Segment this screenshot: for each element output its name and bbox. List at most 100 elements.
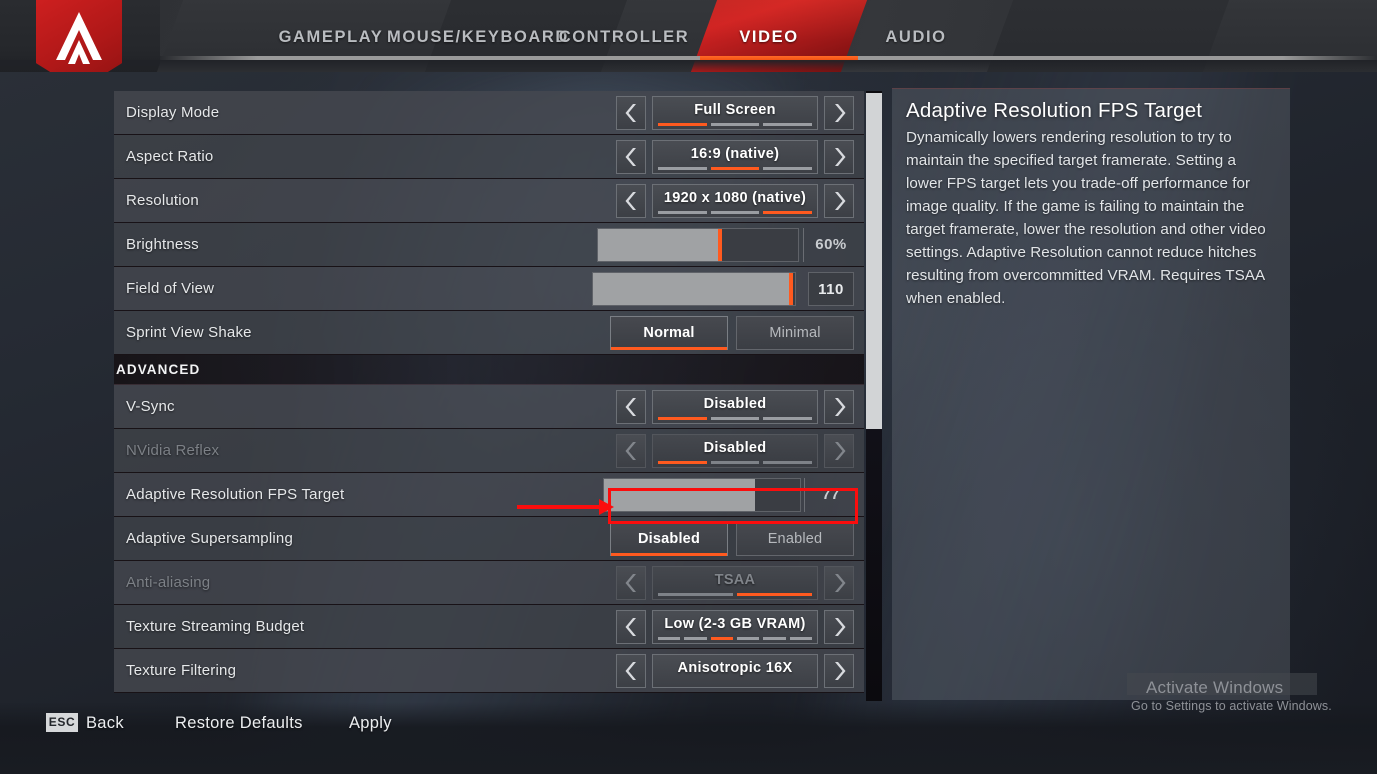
- chevron-right-icon[interactable]: [824, 140, 854, 174]
- segment-indicator: [658, 417, 813, 420]
- toggle-option-disabled[interactable]: Disabled: [610, 522, 728, 556]
- chevron-left-icon: [616, 434, 646, 468]
- setting-row-adaptive-resolution-fps-target[interactable]: Adaptive Resolution FPS Target 77: [114, 473, 864, 517]
- toggle-option-enabled[interactable]: Enabled: [736, 522, 854, 556]
- segment: [658, 167, 707, 170]
- spinner-value-box: Low (2-3 GB VRAM): [652, 610, 818, 644]
- divider: [803, 228, 804, 262]
- chevron-left-icon[interactable]: [616, 140, 646, 174]
- slider-track[interactable]: [592, 272, 796, 306]
- settings-list: Display Mode Full Screen Aspect Ratio 16…: [114, 91, 864, 701]
- tab-label: VIDEO: [739, 28, 799, 46]
- setting-row-aspect-ratio[interactable]: Aspect Ratio 16:9 (native): [114, 135, 864, 179]
- chevron-right-icon[interactable]: [824, 390, 854, 424]
- segment: [658, 593, 733, 596]
- chevron-right-icon[interactable]: [824, 654, 854, 688]
- toggle-group: Disabled Enabled: [610, 522, 854, 556]
- setting-row-nvidia-reflex: NVidia Reflex Disabled: [114, 429, 864, 473]
- spinner-value: Anisotropic 16X: [677, 660, 793, 676]
- slider-track[interactable]: [597, 228, 799, 262]
- chevron-right-icon[interactable]: [824, 96, 854, 130]
- setting-row-field-of-view[interactable]: Field of View 110: [114, 267, 864, 311]
- slider-handle[interactable]: [788, 273, 793, 305]
- chevron-left-icon[interactable]: [616, 610, 646, 644]
- windows-activation-title: Activate Windows: [1146, 678, 1284, 697]
- slider-track[interactable]: [603, 478, 801, 512]
- spinner-value: Disabled: [703, 396, 767, 412]
- spinner-control: 1920 x 1080 (native): [616, 184, 854, 218]
- settings-scrollbar-thumb[interactable]: [866, 93, 882, 429]
- segment-indicator: [658, 593, 812, 596]
- spinner-value: Full Screen: [694, 102, 776, 118]
- segment: [658, 461, 707, 464]
- tab-mouse-keyboard[interactable]: MOUSE/KEYBOARD: [382, 24, 574, 50]
- segment: [737, 593, 812, 596]
- segment: [763, 637, 786, 640]
- setting-label: Anti-aliasing: [126, 574, 211, 591]
- spinner-control: Disabled: [616, 434, 854, 468]
- tab-label: MOUSE/KEYBOARD: [387, 28, 569, 46]
- toggle-group: Normal Minimal: [610, 316, 854, 350]
- spinner-value-box: TSAA: [652, 566, 818, 600]
- spinner-control: Disabled: [616, 390, 854, 424]
- chevron-right-icon[interactable]: [824, 184, 854, 218]
- tab-audio[interactable]: AUDIO: [856, 24, 976, 50]
- segment-indicator: [658, 123, 813, 126]
- segment: [763, 211, 813, 214]
- spinner-value: 1920 x 1080 (native): [663, 190, 807, 206]
- tab-label: CONTROLLER: [558, 28, 690, 46]
- setting-row-texture-streaming-budget[interactable]: Texture Streaming Budget Low (2-3 GB VRA…: [114, 605, 864, 649]
- setting-label: Resolution: [126, 192, 199, 209]
- segment-indicator: [658, 461, 813, 464]
- apex-video-settings-screen: GAMEPLAY MOUSE/KEYBOARD CONTROLLER VIDEO…: [0, 0, 1377, 774]
- spinner-control: Anisotropic 16X: [616, 654, 854, 688]
- setting-row-adaptive-supersampling[interactable]: Adaptive Supersampling Disabled Enabled: [114, 517, 864, 561]
- slider-handle[interactable]: [718, 229, 722, 261]
- spinner-value-box: 1920 x 1080 (native): [652, 184, 818, 218]
- toggle-option-minimal[interactable]: Minimal: [736, 316, 854, 350]
- slider-control-brightness: 60%: [597, 228, 854, 262]
- spinner-control: TSAA: [616, 566, 854, 600]
- setting-row-display-mode[interactable]: Display Mode Full Screen: [114, 91, 864, 135]
- chevron-left-icon[interactable]: [616, 96, 646, 130]
- spinner-value: Disabled: [703, 440, 767, 456]
- slider-control-adaptive-fps: 77: [603, 478, 854, 512]
- spinner-value-box: Full Screen: [652, 96, 818, 130]
- setting-row-resolution[interactable]: Resolution 1920 x 1080 (native): [114, 179, 864, 223]
- setting-row-v-sync[interactable]: V-Sync Disabled: [114, 385, 864, 429]
- restore-defaults-button[interactable]: Restore Defaults: [175, 711, 303, 735]
- toggle-option-normal[interactable]: Normal: [610, 316, 728, 350]
- chevron-left-icon[interactable]: [616, 654, 646, 688]
- tab-video[interactable]: VIDEO: [714, 24, 824, 50]
- segment-indicator: [658, 637, 812, 640]
- segment: [658, 637, 681, 640]
- setting-label: Adaptive Resolution FPS Target: [126, 486, 345, 503]
- setting-row-sprint-view-shake[interactable]: Sprint View Shake Normal Minimal: [114, 311, 864, 355]
- divider: [804, 478, 805, 512]
- setting-row-texture-filtering[interactable]: Texture Filtering Anisotropic 16X: [114, 649, 864, 693]
- chevron-right-icon: [824, 566, 854, 600]
- setting-label: Adaptive Supersampling: [126, 530, 293, 547]
- spinner-value-box: Disabled: [652, 390, 818, 424]
- toggle-label: Disabled: [637, 531, 701, 547]
- segment: [763, 461, 813, 464]
- chevron-left-icon[interactable]: [616, 390, 646, 424]
- section-title: ADVANCED: [116, 362, 201, 377]
- chevron-left-icon[interactable]: [616, 184, 646, 218]
- tab-label: AUDIO: [885, 28, 947, 46]
- setting-row-anti-aliasing: Anti-aliasing TSAA: [114, 561, 864, 605]
- spinner-control: 16:9 (native): [616, 140, 854, 174]
- tab-controller[interactable]: CONTROLLER: [548, 24, 700, 50]
- section-header-advanced: ADVANCED: [114, 355, 864, 385]
- setting-label: Aspect Ratio: [126, 148, 214, 165]
- segment: [710, 123, 760, 126]
- spinner-value: 16:9 (native): [690, 146, 780, 162]
- segment: [658, 417, 707, 420]
- chevron-right-icon[interactable]: [824, 610, 854, 644]
- slider-fill: [598, 229, 718, 261]
- apply-button[interactable]: Apply: [349, 711, 392, 735]
- setting-row-brightness[interactable]: Brightness 60%: [114, 223, 864, 267]
- back-button[interactable]: Back: [86, 711, 124, 735]
- toggle-label: Normal: [643, 325, 695, 341]
- segment: [710, 461, 760, 464]
